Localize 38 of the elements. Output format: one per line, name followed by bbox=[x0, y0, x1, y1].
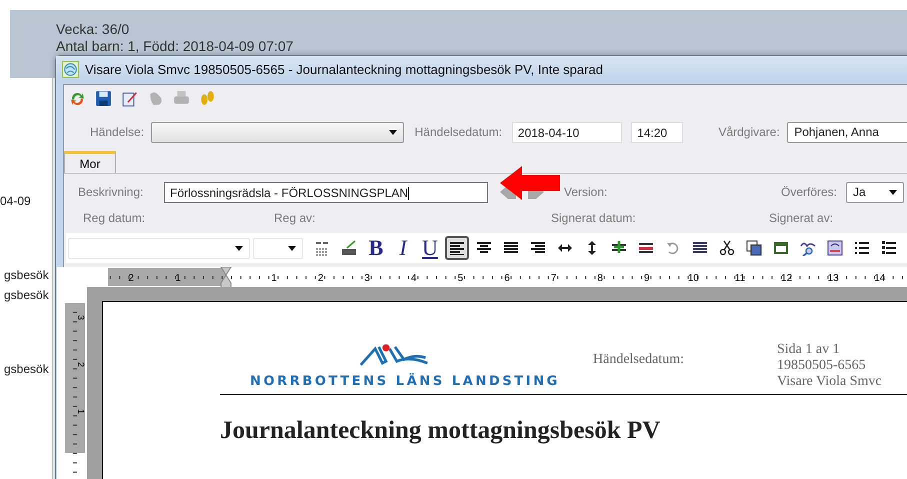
page-info-text: Sida 1 av 1 bbox=[777, 342, 841, 358]
pointer-arrow bbox=[500, 166, 560, 200]
event-date-label: Händelsedatum: bbox=[414, 125, 504, 139]
event-dropdown[interactable] bbox=[150, 122, 404, 142]
window-title: Visare Viola Smvc 19850505-6565 - Journalanteckning mottagningsbesök PV, Inte sparad bbox=[85, 62, 603, 77]
organization-name: NORRBOTTENS LÄNS LANDSTING bbox=[250, 374, 560, 389]
signed-date-label: Signerat datum: bbox=[551, 211, 637, 225]
horizontal-ruler: 2 1 1 2 3 4 5 6 7 8 9 10 11 12 13 14 bbox=[57, 267, 907, 287]
event-date-label: Händelsedatum: bbox=[593, 352, 685, 368]
caregiver-dropdown[interactable]: Pohjanen, Anna bbox=[787, 122, 907, 142]
document-heading: Journalanteckning mottagningsbesök PV bbox=[220, 417, 662, 445]
caregiver-label: Vårdgivare: bbox=[718, 125, 781, 139]
list-item-text: gsbesök bbox=[4, 268, 49, 282]
page-info-text: 19850505-6565 bbox=[777, 358, 867, 374]
page-info-text: Visare Viola Smvc bbox=[777, 374, 882, 390]
list-item-text: gsbesök bbox=[4, 362, 49, 376]
date-field[interactable]: 2018-04-10 bbox=[512, 122, 622, 142]
italic-button[interactable]: I bbox=[391, 236, 415, 260]
align-left-icon[interactable] bbox=[445, 236, 469, 260]
patient-info-text: Antal barn: 1, Född: 2018-04-09 07:07 bbox=[56, 38, 294, 55]
reg-by-label: Reg av: bbox=[274, 211, 316, 225]
event-label: Händelse: bbox=[90, 125, 146, 139]
bold-button[interactable]: B bbox=[364, 236, 388, 260]
time-field[interactable]: 14:20 bbox=[631, 122, 684, 142]
list-item-text: gsbesök bbox=[4, 288, 49, 302]
tab[interactable]: Mor bbox=[64, 151, 116, 173]
version-label: Version: bbox=[564, 185, 608, 199]
save-icon[interactable] bbox=[94, 89, 113, 108]
signed-by-label: Signerat av: bbox=[769, 211, 834, 225]
transfer-label: Överföres: bbox=[780, 185, 838, 199]
description-field[interactable]: Förlossningsrädsla - FÖRLOSSNINGSPLAN bbox=[164, 182, 488, 202]
transfer-dropdown[interactable]: Ja bbox=[846, 182, 904, 202]
description-label: Beskrivning: bbox=[78, 185, 144, 199]
globe-icon bbox=[62, 61, 79, 78]
underline-button[interactable]: U bbox=[418, 236, 442, 260]
patient-info-text: Vecka: 36/0 bbox=[56, 21, 130, 38]
reg-date-label: Reg datum: bbox=[83, 211, 146, 225]
list-item-text: 04-09 bbox=[0, 194, 31, 208]
